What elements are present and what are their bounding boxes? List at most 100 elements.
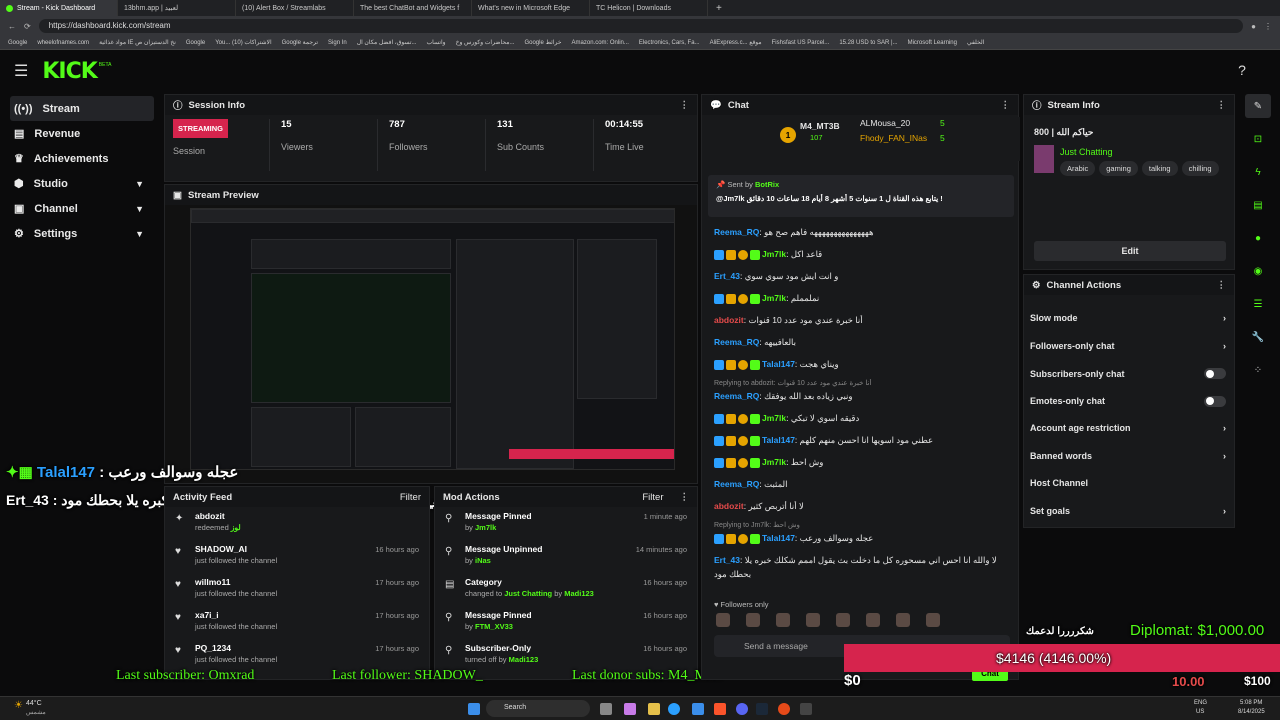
mod-action-item[interactable]: ▤ Category changed to Just Chatting by Mad… xyxy=(435,573,697,606)
emote[interactable] xyxy=(716,613,730,627)
taskbar-search[interactable]: Search xyxy=(486,700,590,717)
hamburger-menu-icon[interactable]: ☰ xyxy=(14,61,28,81)
chat-message[interactable]: Reema_RQ: هههههههههههههههه فاهم صح هو xyxy=(714,227,1010,238)
sidebar-item-stream[interactable]: ((•)) Stream xyxy=(10,96,154,121)
chat-message[interactable]: Reema_RQ: ونبي زياده بعد الله يوفقك xyxy=(714,391,1010,402)
app-icon[interactable] xyxy=(800,703,812,715)
toggle-switch[interactable] xyxy=(1204,395,1226,407)
chat-username[interactable]: abdozit xyxy=(714,315,744,325)
more-options-icon[interactable]: ⋮ xyxy=(1217,280,1227,291)
chat-message[interactable]: Jm7lk: دقيقه اسوي لا تبكي xyxy=(714,413,1010,424)
file-explorer-icon[interactable] xyxy=(648,703,660,715)
copilot-icon[interactable] xyxy=(624,703,636,715)
browser-tab[interactable]: 13bhm.app | لعبيد xyxy=(118,0,236,16)
broadcast-icon[interactable]: ◉ xyxy=(1245,259,1271,283)
bookmark-item[interactable]: Google xyxy=(186,40,205,46)
bookmark-item[interactable]: Amazon.com: Onlin... xyxy=(572,40,629,46)
more-options-icon[interactable]: ⋮ xyxy=(680,492,690,503)
emote[interactable] xyxy=(896,613,910,627)
store-icon[interactable] xyxy=(692,703,704,715)
filter-button[interactable]: Filter xyxy=(400,492,421,503)
edit-layout-icon[interactable]: ✎ xyxy=(1245,94,1271,118)
emote[interactable] xyxy=(836,613,850,627)
edge-icon[interactable] xyxy=(668,703,680,715)
task-view-icon[interactable] xyxy=(600,703,612,715)
chat-username[interactable]: Ert_43 xyxy=(714,555,740,565)
emote[interactable] xyxy=(746,613,760,627)
chat-message[interactable]: Reema_RQ: المثبت xyxy=(714,479,1010,490)
tag[interactable]: Arabic xyxy=(1060,161,1096,176)
chat-message[interactable]: Jm7lk: وش احط xyxy=(714,457,1010,468)
profile-icon[interactable]: ● xyxy=(1251,22,1256,31)
chat-message[interactable]: Jm7lk: قاعد اكل xyxy=(714,249,1010,260)
top-gifter-name[interactable]: Fhody_FAN_INas xyxy=(860,133,927,143)
chat-username[interactable]: abdozit xyxy=(714,501,744,511)
activity-item[interactable]: ✦ abdozit redeemed لوز xyxy=(165,507,429,540)
bookmark-item[interactable]: Microsoft Learning xyxy=(908,40,957,46)
emote[interactable] xyxy=(806,613,820,627)
start-icon[interactable] xyxy=(468,703,480,715)
sidebar-item-channel[interactable]: ▣ Channel ▼ xyxy=(0,196,160,221)
channel-action-subscribers-only-chat[interactable]: Subscribers-only chat xyxy=(1030,368,1226,379)
activity-item[interactable]: ♥ SHADOW_AI just followed the channel 16 h… xyxy=(165,540,429,573)
top-gifter-name[interactable]: ALMousa_20 xyxy=(860,118,910,128)
chat-username[interactable]: Jm7lk xyxy=(762,413,786,423)
bookmark-item[interactable]: محاضرات وكورس وخ... xyxy=(456,39,515,46)
tag[interactable]: talking xyxy=(1141,161,1178,176)
apps-icon[interactable]: ⁘ xyxy=(1245,358,1271,382)
pinned-message[interactable]: 📌 Sent by BotRix @Jm7lk يتابع هذه القناة… xyxy=(708,175,1014,217)
bookmark-item[interactable]: الخلفي xyxy=(967,39,984,46)
emote[interactable] xyxy=(926,613,940,627)
bookmark-item[interactable]: Fishsfast US Parcel... xyxy=(772,40,830,46)
tag[interactable]: gaming xyxy=(1099,161,1138,176)
chat-username[interactable]: Reema_RQ xyxy=(714,391,759,401)
mod-action-item[interactable]: ⚲ Message Unpinned by iNas 14 minutes ago xyxy=(435,540,697,573)
discord-icon[interactable] xyxy=(736,703,748,715)
chat-bubble-icon[interactable]: ● xyxy=(1245,226,1271,250)
sidebar-item-achievements[interactable]: ♛ Achievements xyxy=(0,146,160,171)
stream-preview-video[interactable] xyxy=(190,208,675,470)
bookmark-item[interactable]: Google xyxy=(8,40,27,46)
filter-button[interactable]: Filter xyxy=(642,492,663,503)
new-tab-icon[interactable]: + xyxy=(708,3,730,14)
browser-tab[interactable]: Stream - Kick Dashboard xyxy=(0,0,118,16)
channel-action-emotes-only-chat[interactable]: Emotes-only chat xyxy=(1030,395,1226,407)
channel-action-host-channel[interactable]: Host Channel xyxy=(1030,478,1226,488)
browser-tab[interactable]: TC Helicon | Downloads xyxy=(590,0,708,16)
mod-action-item[interactable]: ⚲ Message Pinned by FTM_XV33 16 hours ago xyxy=(435,606,697,639)
sidebar-item-settings[interactable]: ⚙ Settings ▼ xyxy=(0,221,160,246)
sidebar-item-revenue[interactable]: ▤ Revenue xyxy=(0,121,160,146)
chat-username[interactable]: Talal147 xyxy=(762,435,795,445)
chat-message[interactable]: Ert_43: لا والله انا احس اني مسحوره كل م… xyxy=(714,555,1010,566)
browser-tab[interactable]: What's new in Microsoft Edge xyxy=(472,0,590,16)
chat-username[interactable]: Reema_RQ xyxy=(714,479,759,489)
emote[interactable] xyxy=(866,613,880,627)
bookmark-item[interactable]: Electronics, Cars, Fa... xyxy=(639,40,700,46)
tag[interactable]: chilling xyxy=(1181,161,1219,176)
reload-icon[interactable]: ⟳ xyxy=(24,22,31,31)
browser-menu-icon[interactable]: ⋮ xyxy=(1264,22,1272,31)
sidebar-item-studio[interactable]: ⬢ Studio ▼ xyxy=(0,171,160,196)
edit-stream-info-button[interactable]: Edit xyxy=(1034,241,1226,261)
channel-action-set-goals[interactable]: Set goals › xyxy=(1030,506,1226,516)
bookmark-item[interactable]: AliExpress.c... موقع xyxy=(710,39,762,46)
capture-icon[interactable]: ⊡ xyxy=(1245,127,1271,151)
help-icon[interactable]: ? xyxy=(1234,62,1250,80)
brave-icon[interactable] xyxy=(714,703,726,715)
more-options-icon[interactable]: ⋮ xyxy=(680,100,690,111)
chat-message[interactable]: Ert_43: و انت ايش مود سوي سوي xyxy=(714,271,1010,282)
toggle-switch[interactable] xyxy=(1204,368,1226,379)
emote[interactable] xyxy=(776,613,790,627)
bookmark-item[interactable]: 15.28 USD to SAR |... xyxy=(839,40,897,46)
channel-action-followers-only-chat[interactable]: Followers-only chat › xyxy=(1030,341,1226,351)
browser-tab[interactable]: (10) Alert Box / Streamlabs xyxy=(236,0,354,16)
bookmark-item[interactable]: You... الاشتراكات (10) xyxy=(215,39,271,46)
stream-category[interactable]: Just Chatting xyxy=(1060,147,1113,157)
chat-username[interactable]: Talal147 xyxy=(762,533,795,543)
top-gifter-name[interactable]: M4_MT3B xyxy=(800,121,840,131)
chat-username[interactable]: Ert_43 xyxy=(714,271,740,281)
bookmark-item[interactable]: Google ترجمة xyxy=(282,39,318,46)
channel-action-banned-words[interactable]: Banned words › xyxy=(1030,451,1226,461)
more-options-icon[interactable]: ⋮ xyxy=(1001,100,1011,111)
steam-icon[interactable] xyxy=(756,703,768,715)
